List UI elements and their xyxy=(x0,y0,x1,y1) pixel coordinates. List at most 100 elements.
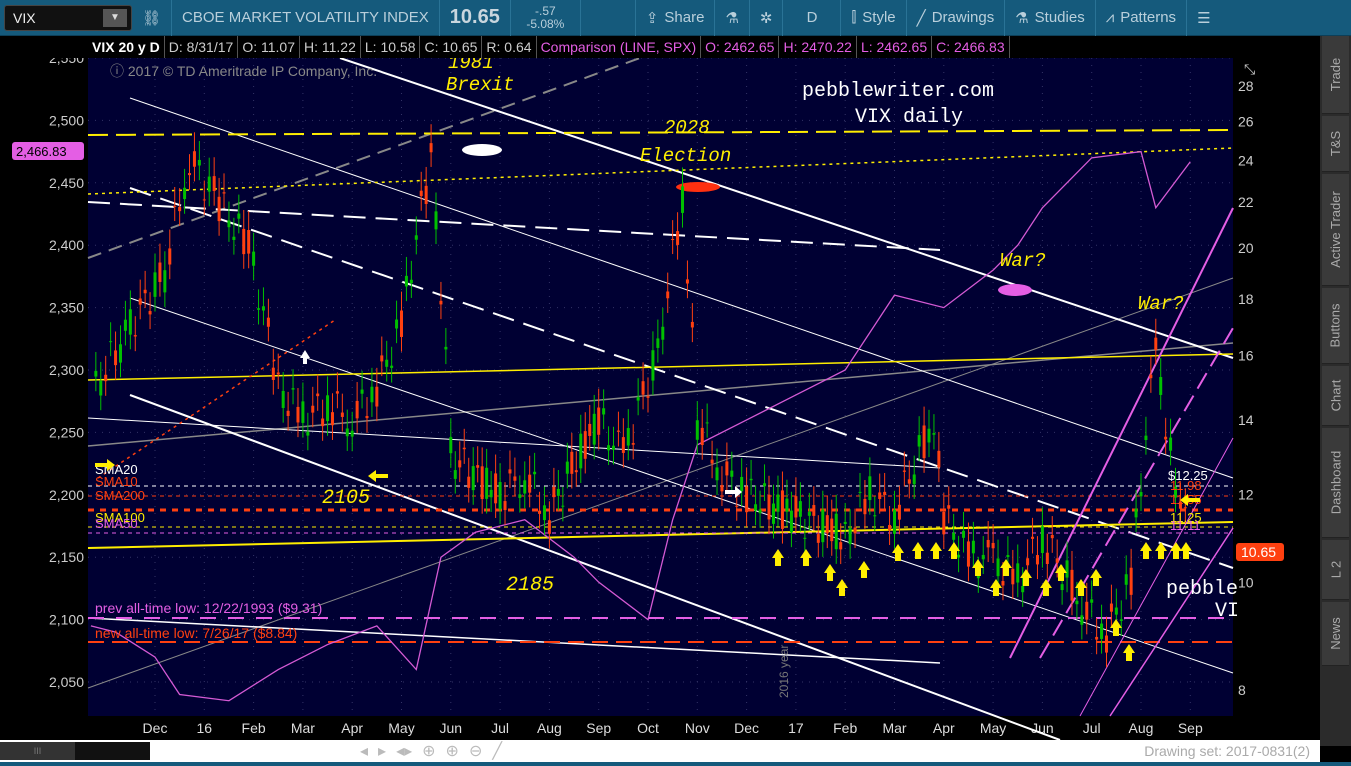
chart-scrollbar[interactable]: III xyxy=(0,742,150,760)
candle-body xyxy=(153,272,157,297)
candle-body xyxy=(749,478,753,481)
candle-body xyxy=(109,341,113,343)
candle-body xyxy=(467,476,471,488)
candle-body xyxy=(128,309,132,335)
sidebar-tab-dashboard[interactable]: Dashboard xyxy=(1322,428,1349,538)
candle-body xyxy=(261,306,265,311)
x-tick-label: Feb xyxy=(242,720,266,736)
candle-body xyxy=(1045,552,1049,565)
candle-body xyxy=(853,527,857,534)
candle-body xyxy=(104,374,108,382)
settings-button[interactable]: ✲ xyxy=(750,0,784,36)
candle-body xyxy=(306,431,310,436)
crosshair-icon[interactable]: ⊕ xyxy=(422,741,435,761)
share-icon: ⇪ xyxy=(645,9,659,27)
candle-body xyxy=(409,279,413,284)
war-marker xyxy=(998,284,1032,296)
candle-body xyxy=(730,470,734,477)
open-value: O: 11.07 xyxy=(238,36,300,58)
candle-body xyxy=(868,476,872,501)
symbol-description: CBOE MARKET VOLATILITY INDEX xyxy=(172,0,440,36)
candle-body xyxy=(651,350,655,381)
candle-body xyxy=(480,466,484,500)
candle-body xyxy=(735,505,739,507)
sidebar-tab-label: Dashboard xyxy=(1328,450,1344,515)
candle-body xyxy=(138,298,142,305)
candle-body xyxy=(1016,563,1020,583)
candle-body xyxy=(556,488,560,496)
candle-body xyxy=(404,275,408,287)
candle-body xyxy=(947,505,951,509)
price-chart[interactable]: 2,550 2,500 2,450 2,400 2,350 2,300 2,250 2,200… xyxy=(0,58,1320,740)
candle-body xyxy=(1021,585,1025,593)
bottom-toolbar: III ◂ ▸ ◂▸ ⊕ ⊕ ⊖ ╱ Drawing set: 2017-083… xyxy=(0,740,1320,762)
candle-body xyxy=(839,542,843,550)
compress-icon[interactable]: ⤡ xyxy=(1244,61,1255,77)
zoom-in-icon[interactable]: ⊕ xyxy=(446,741,459,761)
draw-line-icon[interactable]: ╱ xyxy=(492,741,502,761)
watermark-subtitle-2: VI xyxy=(1215,600,1239,623)
candle-body xyxy=(301,401,305,423)
candle-body xyxy=(242,228,246,255)
sidebar-tab-chart[interactable]: Chart xyxy=(1322,366,1349,426)
left-tick-label: 2,400 xyxy=(49,237,84,253)
candle-body xyxy=(942,511,946,535)
candle-body xyxy=(542,505,546,521)
aggregation-button[interactable]: D xyxy=(783,0,842,36)
candle-body xyxy=(858,491,862,493)
sidebar-tab-trade[interactable]: Trade xyxy=(1322,36,1349,114)
candle-body xyxy=(1026,558,1030,566)
scroll-right-icon[interactable]: ▸ xyxy=(378,741,386,761)
candle-body xyxy=(143,289,147,294)
studies-button[interactable]: ⚗ Studies xyxy=(1005,0,1096,36)
sidebar-tab-t-s[interactable]: T&S xyxy=(1322,116,1349,172)
window-border xyxy=(0,762,1351,766)
sidebar-tab-l-2[interactable]: L 2 xyxy=(1322,540,1349,600)
annotation-war-1: War? xyxy=(1000,250,1046,272)
x-tick-label: Aug xyxy=(1129,720,1154,736)
scrollbar-thumb[interactable]: III xyxy=(0,742,75,760)
candle-body xyxy=(1144,435,1148,441)
sidebar-tab-news[interactable]: News xyxy=(1322,602,1349,666)
candle-body xyxy=(355,400,359,419)
drawing-set-selector[interactable]: Drawing set: 2017-0831(2) xyxy=(1144,743,1310,759)
drawings-button[interactable]: ╱ Drawings xyxy=(907,0,1006,36)
candle-body xyxy=(725,461,729,476)
x-tick-label: Mar xyxy=(882,720,906,736)
zoom-out-icon[interactable]: ⊖ xyxy=(469,741,482,761)
patterns-button[interactable]: ⩘ Patterns xyxy=(1096,0,1188,36)
comparison-open: O: 2462.65 xyxy=(701,36,780,58)
aggregation-label: D xyxy=(806,9,818,26)
candle-body xyxy=(641,381,645,395)
chevron-down-icon[interactable]: ▼ xyxy=(103,8,127,27)
candle-body xyxy=(825,515,829,534)
candle-body xyxy=(570,451,574,474)
level-1111: 11.11 xyxy=(1170,518,1201,533)
candle-body xyxy=(133,335,137,337)
candle-body xyxy=(168,248,172,265)
candle-body xyxy=(740,476,744,492)
scroll-left-icon[interactable]: ◂ xyxy=(360,741,368,761)
candle-body xyxy=(636,397,640,401)
link-icon[interactable]: ⛓ xyxy=(132,0,173,36)
candle-body xyxy=(1001,581,1005,586)
candle-body xyxy=(370,386,374,403)
sidebar-tab-active-trader[interactable]: Active Trader xyxy=(1322,174,1349,286)
pan-icon[interactable]: ◂▸ xyxy=(396,741,412,761)
candle-body xyxy=(917,435,921,447)
x-tick-label: Sep xyxy=(586,720,611,736)
annotation-2185: 2185 xyxy=(506,574,554,597)
candle-body xyxy=(1183,507,1187,509)
style-button[interactable]: ⫿ Style xyxy=(841,0,907,36)
left-tick-label: 2,550 xyxy=(49,58,84,66)
share-button[interactable]: ⇪ Share xyxy=(636,0,716,36)
flask-button[interactable]: ⚗ xyxy=(715,0,750,36)
candle-body xyxy=(863,498,867,515)
candle-body xyxy=(621,437,625,453)
symbol-selector[interactable]: VIX ▼ xyxy=(4,4,132,31)
menu-button[interactable]: ☰ xyxy=(1187,0,1220,36)
sidebar-tab-buttons[interactable]: Buttons xyxy=(1322,288,1349,364)
candle-body xyxy=(700,427,704,446)
candle-body xyxy=(227,220,231,228)
candle-body xyxy=(335,391,339,394)
